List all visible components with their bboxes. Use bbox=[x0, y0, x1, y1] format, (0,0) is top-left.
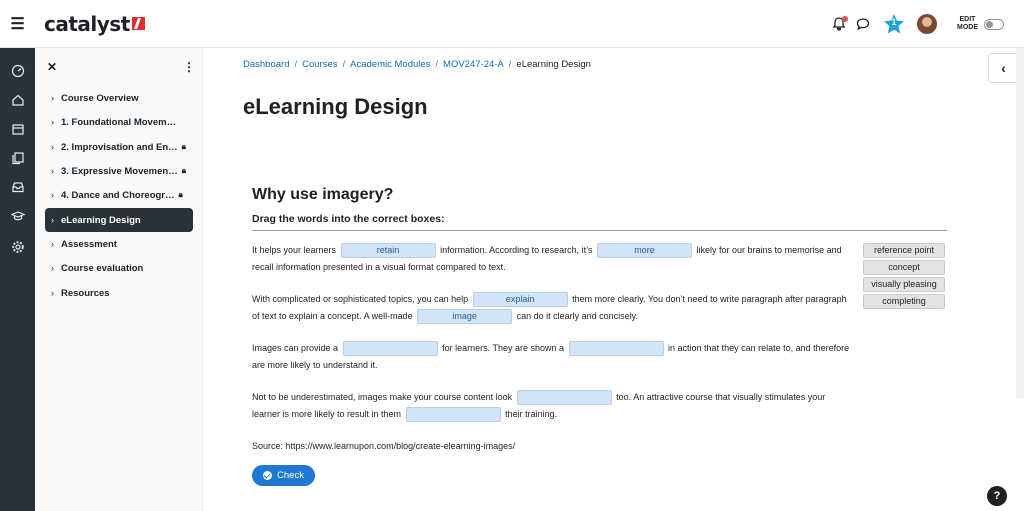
drag-drop-activity: Why use imagery? Drag the words into the… bbox=[252, 186, 947, 486]
source-text: Source: https://www.learnupon.com/blog/c… bbox=[252, 441, 516, 451]
course-index-item[interactable]: › Resources bbox=[45, 282, 193, 304]
gauge-icon[interactable] bbox=[10, 63, 25, 78]
paragraph-1: It helps your learners retain informatio… bbox=[252, 243, 842, 272]
drop-zone-filled[interactable]: retain bbox=[340, 243, 436, 259]
brand-name: catalyst bbox=[44, 11, 130, 36]
course-index-item[interactable]: › 1. Foundational Movement … bbox=[45, 111, 193, 133]
drop-zone-empty[interactable] bbox=[405, 407, 501, 423]
kebab-icon[interactable]: ⋮ bbox=[183, 60, 195, 74]
lock-icon: 🔒︎ bbox=[181, 142, 186, 151]
chevron-right-icon[interactable]: › bbox=[51, 142, 61, 152]
calendar-icon[interactable] bbox=[10, 121, 25, 136]
breadcrumb: Dashboard / Courses / Academic Modules / MOV24… bbox=[243, 59, 591, 70]
edit-mode-toggle[interactable] bbox=[984, 18, 1004, 30]
chevron-right-icon[interactable]: › bbox=[51, 190, 61, 200]
help-icon[interactable]: ? bbox=[987, 486, 1007, 506]
chevron-right-icon[interactable]: › bbox=[51, 215, 61, 225]
course-index-item[interactable]: › 3. Expressive Movemen… 🔒︎ bbox=[45, 160, 193, 182]
course-index-item[interactable]: › Course Overview bbox=[45, 87, 193, 109]
chevron-right-icon[interactable]: › bbox=[51, 117, 61, 127]
chevron-right-icon[interactable]: › bbox=[51, 93, 61, 103]
activity-title: Why use imagery? bbox=[252, 186, 394, 203]
badge-count: 1 bbox=[891, 17, 897, 27]
lock-icon: 🔒︎ bbox=[181, 166, 186, 175]
course-index-item[interactable]: › 4. Dance and Choreogr… 🔒︎ bbox=[45, 184, 193, 206]
files-icon[interactable] bbox=[10, 150, 25, 165]
check-button[interactable]: Check bbox=[252, 465, 315, 486]
chevron-left-icon[interactable]: ‹ bbox=[988, 53, 1018, 83]
course-index-drawer: ✕ ⋮ › Course Overview › 1. Foundational Mo… bbox=[35, 48, 203, 511]
check-button-label: Check bbox=[277, 470, 304, 481]
draggable-word[interactable]: completing bbox=[863, 294, 945, 309]
drop-zone-empty[interactable] bbox=[568, 341, 664, 357]
draggable-word[interactable]: concept bbox=[863, 260, 945, 275]
course-index-item[interactable]: › 2. Improvisation and En… 🔒︎ bbox=[45, 136, 193, 158]
bell-icon[interactable] bbox=[831, 16, 848, 32]
draggable-word[interactable]: reference point bbox=[863, 243, 945, 258]
breadcrumb-separator: / bbox=[342, 59, 346, 70]
edit-mode-label: EDIT MODE bbox=[957, 16, 978, 31]
chevron-right-icon[interactable]: › bbox=[51, 288, 61, 298]
drop-zone-filled[interactable]: explain bbox=[472, 292, 568, 308]
close-icon[interactable]: ✕ bbox=[47, 60, 57, 74]
drop-zone-empty[interactable] bbox=[516, 390, 612, 406]
breadcrumb-link[interactable]: Courses bbox=[302, 59, 337, 70]
drop-zone-filled[interactable]: image bbox=[417, 309, 513, 325]
breadcrumb-current: eLearning Design bbox=[516, 59, 591, 70]
lock-icon: 🔒︎ bbox=[178, 190, 183, 199]
graduation-cap-icon[interactable] bbox=[10, 208, 25, 223]
paragraph-4: Not to be underestimated, images make yo… bbox=[252, 389, 852, 423]
top-navbar: ☰ catalyst 1 EDIT MODE bbox=[0, 0, 1024, 48]
course-index-item[interactable]: › Course evaluation bbox=[45, 257, 193, 279]
notification-dot bbox=[842, 16, 848, 22]
activity-instruction: Drag the words into the correct boxes: bbox=[252, 213, 947, 231]
brand-mark-icon bbox=[131, 17, 145, 30]
breadcrumb-separator: / bbox=[294, 59, 298, 70]
breadcrumb-link[interactable]: Dashboard bbox=[243, 59, 289, 70]
word-bank: reference point concept visually pleasin… bbox=[863, 243, 946, 311]
chat-icon[interactable] bbox=[855, 16, 871, 32]
paragraph-2: With complicated or sophisticated topics… bbox=[252, 291, 852, 325]
gear-icon[interactable] bbox=[10, 239, 25, 254]
course-index-item-active[interactable]: › eLearning Design bbox=[45, 208, 193, 232]
course-index-item[interactable]: › Assessment bbox=[45, 233, 193, 255]
drop-zone-empty[interactable] bbox=[342, 341, 438, 357]
breadcrumb-link[interactable]: Academic Modules bbox=[350, 59, 430, 70]
draggable-word[interactable]: visually pleasing bbox=[863, 277, 945, 292]
drop-zone-filled[interactable]: more bbox=[597, 243, 693, 259]
scrollbar[interactable] bbox=[1016, 48, 1024, 398]
brand-logo[interactable]: catalyst bbox=[44, 12, 145, 36]
inbox-icon[interactable] bbox=[10, 179, 25, 194]
page-title: eLearning Design bbox=[243, 94, 428, 119]
chevron-right-icon[interactable]: › bbox=[51, 263, 61, 273]
chevron-right-icon[interactable]: › bbox=[51, 239, 61, 249]
breadcrumb-separator: / bbox=[435, 59, 439, 70]
paragraph-3: Images can provide a for learners. They … bbox=[252, 341, 850, 370]
star-badge-icon[interactable]: 1 bbox=[883, 13, 905, 35]
home-icon[interactable] bbox=[10, 92, 25, 107]
breadcrumb-separator: / bbox=[508, 59, 512, 70]
breadcrumb-link[interactable]: MOV247-24-A bbox=[443, 59, 504, 70]
check-circle-icon bbox=[263, 471, 273, 480]
hamburger-icon[interactable]: ☰ bbox=[0, 0, 35, 48]
left-rail bbox=[0, 48, 35, 511]
chevron-right-icon[interactable]: › bbox=[51, 166, 61, 176]
avatar[interactable] bbox=[917, 14, 937, 34]
